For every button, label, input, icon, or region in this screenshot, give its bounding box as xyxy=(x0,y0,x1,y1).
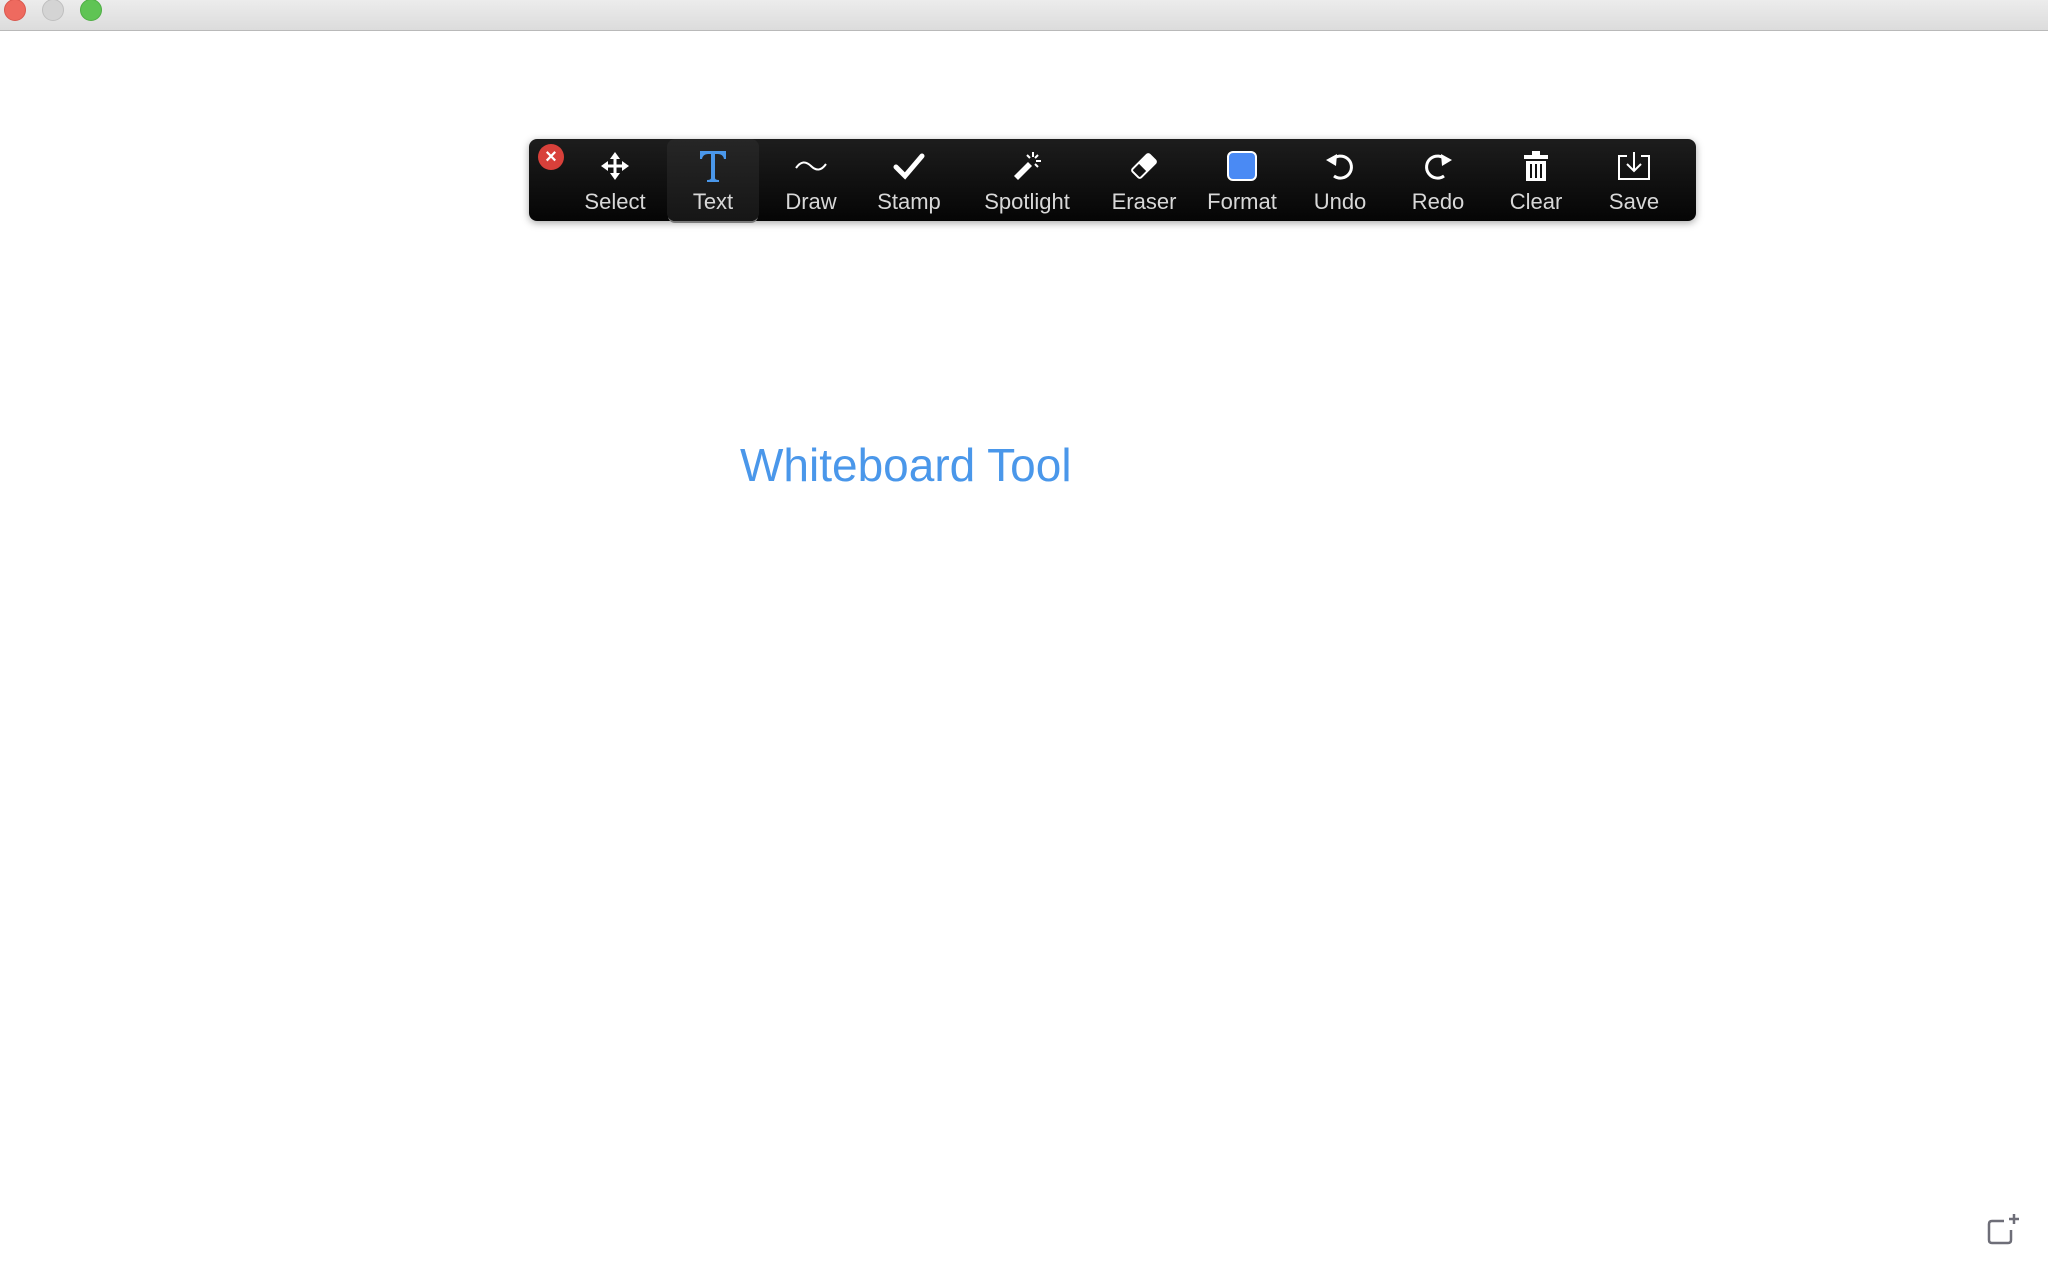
trash-icon xyxy=(1490,149,1582,183)
magic-wand-icon xyxy=(981,149,1073,183)
window-titlebar xyxy=(0,0,2048,31)
eraser-icon xyxy=(1098,149,1190,183)
tool-label: Stamp xyxy=(877,189,941,214)
tool-stamp[interactable]: Stamp xyxy=(863,139,955,221)
text-T-icon xyxy=(667,149,759,183)
color-swatch-icon xyxy=(1196,149,1288,183)
annotation-toolbar: × Select Text Draw Stamp Spotlight Erase… xyxy=(529,139,1696,221)
window-close-button[interactable] xyxy=(4,0,26,21)
undo-icon xyxy=(1294,149,1386,183)
squiggle-icon xyxy=(765,149,857,183)
redo-icon xyxy=(1392,149,1484,183)
tool-save[interactable]: Save xyxy=(1588,139,1680,221)
tool-label: Save xyxy=(1608,189,1660,214)
new-whiteboard-button[interactable] xyxy=(1986,1212,2020,1246)
window-minimize-button[interactable] xyxy=(42,0,64,21)
close-toolbar-button[interactable]: × xyxy=(538,144,564,170)
window-maximize-button[interactable] xyxy=(80,0,102,21)
tool-spotlight[interactable]: Spotlight xyxy=(981,139,1073,221)
tool-label: Spotlight xyxy=(984,189,1070,214)
save-download-icon xyxy=(1588,149,1680,183)
move-arrows-icon xyxy=(569,149,661,183)
new-whiteboard-icon xyxy=(1987,1214,2019,1245)
close-icon: × xyxy=(545,146,557,168)
whiteboard-text-annotation[interactable]: Whiteboard Tool xyxy=(740,438,1072,492)
checkmark-icon xyxy=(863,149,955,183)
